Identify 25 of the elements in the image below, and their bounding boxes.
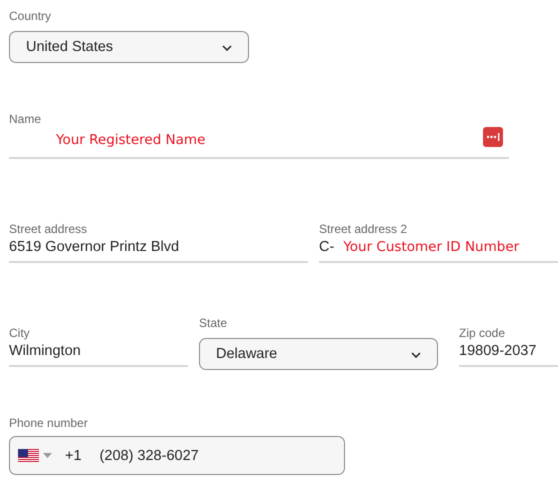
password-manager-icon[interactable]: [483, 127, 503, 147]
state-select[interactable]: Delaware: [199, 338, 438, 370]
zip-code-field[interactable]: 19809-2037: [459, 341, 558, 367]
annotation-text: Your Customer ID Number: [343, 239, 520, 255]
annotation-text: Your Registered Name: [56, 132, 206, 148]
caret-icon: [43, 453, 52, 458]
street-address-field[interactable]: 6519 Governor Printz Blvd: [9, 237, 308, 263]
field-label: Country: [9, 8, 52, 24]
field-label: Street address: [9, 221, 88, 237]
chevron-down-icon: [222, 45, 232, 51]
field-label: Street address 2: [319, 221, 408, 237]
country-code: +1: [65, 448, 82, 464]
street-address-2-field[interactable]: C- Your Customer ID Number: [319, 237, 558, 263]
country-select[interactable]: United States: [9, 31, 249, 63]
phone-number-value: (208) 328-6027: [100, 448, 199, 464]
flag-icon: [18, 448, 39, 462]
field-label: State: [199, 315, 228, 331]
field-label: Zip code: [459, 325, 506, 341]
city-field[interactable]: Wilmington: [9, 341, 188, 367]
field-label: Name: [9, 111, 42, 127]
field-label: City: [9, 325, 31, 341]
field-label: Phone number: [9, 415, 89, 431]
name-field[interactable]: Your Registered Name: [9, 127, 509, 159]
chevron-down-icon: [411, 352, 421, 358]
country-code-select[interactable]: [18, 448, 52, 462]
